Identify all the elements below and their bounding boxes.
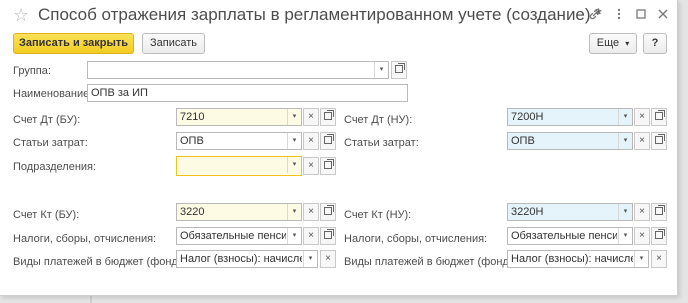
clear-button[interactable]: × [320,250,336,268]
more-menu-button[interactable]: Еще ▾ [589,33,637,54]
credit-nu-field[interactable]: 3220Н ▾ [507,203,633,221]
more-menu-label: Еще [596,37,620,49]
name-label: Наименование: [13,88,93,100]
minimize-icon[interactable] [634,7,648,21]
cost-items-nu-field[interactable]: ОПВ ▾ [507,132,633,150]
open-item-button[interactable] [320,203,336,221]
clear-button[interactable]: × [634,108,650,126]
taxes-nu-field[interactable]: Обязательные пенсион ▾ [507,227,633,245]
clear-button[interactable]: × [651,250,667,268]
open-icon [324,110,334,120]
clear-button[interactable]: × [634,132,650,150]
clear-button[interactable]: × [634,203,650,221]
open-icon [324,134,334,144]
payments-value: Налог (взносы): начислено [180,253,302,265]
taxes-field[interactable]: Обязательные пенсион ▾ [176,227,302,245]
open-icon [324,229,334,239]
clear-button[interactable]: × [634,227,650,245]
credit-nu-value: 3220Н [511,206,544,218]
credit-bu-field[interactable]: 3220 ▾ [176,203,302,221]
background-window-edge-bottom [0,296,688,303]
open-item-button[interactable] [320,157,336,175]
form-window: ☆ Способ отражения зарплаты в регламенти… [0,0,678,296]
open-item-button[interactable] [651,132,667,150]
taxes-nu-value: Обязательные пенсион [511,230,617,242]
dropdown-arrow-icon[interactable]: ▾ [287,109,301,125]
name-field[interactable]: ОПВ за ИП [87,84,408,102]
cost-items-label: Статьи затрат: [13,137,88,149]
debit-bu-field[interactable]: 7210 ▾ [176,108,302,126]
credit-bu-label: Счет Кт (БУ): [13,209,80,221]
clear-button[interactable]: × [303,132,319,150]
background-window-edge [678,0,688,303]
dropdown-arrow-icon[interactable]: ▾ [287,204,301,220]
debit-bu-label: Счет Дт (БУ): [13,114,81,126]
open-item-button[interactable] [320,108,336,126]
payments-nu-field[interactable]: Налог (взносы): начислено ▾ [507,250,649,268]
debit-nu-label: Счет Дт (НУ): [344,114,413,126]
credit-bu-value: 3220 [180,206,205,218]
open-icon [655,229,665,239]
open-item-button[interactable] [651,108,667,126]
clear-button[interactable]: × [303,108,319,126]
taxes-label: Налоги, сборы, отчисления: [13,233,157,245]
more-vertical-icon[interactable] [612,7,626,21]
dropdown-arrow-icon[interactable]: ▾ [634,251,648,267]
open-item-button[interactable] [651,227,667,245]
payments-nu-value: Налог (взносы): начислено [511,253,633,265]
open-item-button[interactable] [651,203,667,221]
dropdown-arrow-icon[interactable]: ▾ [618,228,632,244]
taxes-nu-label: Налоги, сборы, отчисления: [344,233,488,245]
open-icon [655,134,665,144]
favorite-star-icon[interactable]: ☆ [13,6,29,24]
taxes-value: Обязательные пенсион [180,230,286,242]
background-divider [90,296,92,303]
dropdown-arrow-icon[interactable]: ▾ [287,157,301,173]
cost-items-field[interactable]: ОПВ ▾ [176,132,302,150]
credit-nu-label: Счет Кт (НУ): [344,209,412,221]
dropdown-arrow-icon[interactable]: ▾ [287,133,301,149]
open-icon [324,159,334,169]
chevron-down-icon: ▾ [625,39,630,48]
open-icon [655,110,665,120]
dropdown-arrow-icon[interactable]: ▾ [618,133,632,149]
debit-nu-value: 7200Н [511,111,544,123]
payments-nu-label: Виды платежей в бюджет (фонд... [344,256,519,268]
department-field[interactable]: ▾ [176,156,302,176]
dropdown-arrow-icon[interactable]: ▾ [374,62,388,78]
clear-button[interactable]: × [303,157,319,175]
open-item-button[interactable] [320,227,336,245]
dropdown-arrow-icon[interactable]: ▾ [618,109,632,125]
cost-items-value: ОПВ [180,135,204,147]
dropdown-arrow-icon[interactable]: ▾ [303,251,317,267]
open-icon [395,63,405,73]
group-field[interactable]: ▾ [87,61,389,79]
open-item-button[interactable] [320,132,336,150]
save-and-close-button[interactable]: Записать и закрыть [13,33,134,54]
window-title: Способ отражения зарплаты в регламентиро… [38,5,602,24]
group-label: Группа: [13,65,51,77]
payments-field[interactable]: Налог (взносы): начислено ▾ [176,250,318,268]
help-button[interactable]: ? [643,33,667,54]
cost-items-nu-value: ОПВ [511,135,535,147]
cost-items-nu-label: Статьи затрат: [344,137,419,149]
link-icon[interactable] [588,7,602,21]
open-item-button[interactable] [391,61,407,79]
close-icon[interactable] [656,7,670,21]
debit-nu-field[interactable]: 7200Н ▾ [507,108,633,126]
payments-label: Виды платежей в бюджет (фонд... [13,256,188,268]
name-value: ОПВ за ИП [91,87,148,99]
dropdown-arrow-icon[interactable]: ▾ [618,204,632,220]
department-label: Подразделения: [13,161,97,173]
clear-button[interactable]: × [303,227,319,245]
save-button[interactable]: Записать [142,33,205,54]
debit-bu-value: 7210 [180,111,205,123]
open-icon [324,205,334,215]
open-icon [655,205,665,215]
dropdown-arrow-icon[interactable]: ▾ [287,228,301,244]
clear-button[interactable]: × [303,203,319,221]
